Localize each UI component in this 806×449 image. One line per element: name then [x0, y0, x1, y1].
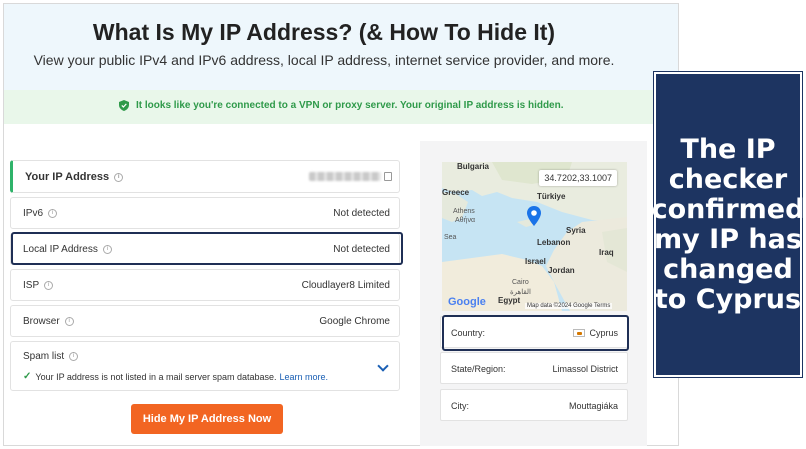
browser-row: Browser i Google Chrome [10, 305, 400, 337]
map-label-athens: Athens [453, 208, 475, 215]
location-pin-icon [527, 206, 541, 226]
country-highlight-box [442, 315, 629, 351]
map-label-iraq: Iraq [599, 248, 614, 257]
city-label: City: [451, 401, 469, 411]
shield-check-icon [119, 100, 129, 111]
callout-text: The IP checker confirmed my IP has chang… [651, 133, 805, 315]
map-coordinates-readout: 34.7202,33.1007 [539, 170, 617, 186]
info-icon[interactable]: i [69, 352, 79, 361]
map-label-bulgaria: Bulgaria [457, 162, 490, 171]
map-label-greece: Greece [442, 188, 470, 197]
map-credit: Map data ©2024 Google Terms [525, 303, 613, 309]
vpn-notice-text: It looks like you're connected to a VPN … [136, 100, 564, 111]
region-row: State/Region: Limassol District [440, 352, 628, 384]
hide-ip-button[interactable]: Hide My IP Address Now [131, 404, 283, 434]
info-icon[interactable]: i [114, 172, 124, 182]
hero-section: What Is My IP Address? (& How To Hide It… [4, 4, 678, 90]
map-label-cairo-arabic: القاهرة [510, 289, 531, 296]
map-label-lebanon: Lebanon [537, 238, 571, 247]
ipv6-value: Not detected [333, 208, 390, 219]
ipv6-row: IPv6 i Not detected [10, 197, 400, 229]
map-label-egypt: Egypt [498, 296, 521, 305]
blurred-ip-value [309, 172, 381, 181]
google-logo: Google [448, 296, 486, 308]
your-ip-row: Your IP Address i [10, 160, 400, 193]
google-logo-text: Google [448, 296, 486, 308]
map-label-jordan: Jordan [548, 266, 575, 275]
map-label-athens-greek: Αθήνα [455, 217, 476, 224]
copy-icon[interactable] [384, 172, 392, 181]
isp-label: ISP [23, 280, 40, 291]
vpn-notice-bar: It looks like you're connected to a VPN … [4, 90, 678, 124]
map-label-syria: Syria [566, 226, 586, 235]
map-label-turkiye: Türkiye [537, 192, 566, 201]
isp-row: ISP i Cloudlayer8 Limited [10, 269, 400, 301]
map-label-israel: Israel [525, 257, 546, 266]
info-icon[interactable]: i [44, 281, 54, 290]
page-subtitle: View your public IPv4 and IPv6 address, … [33, 52, 615, 68]
browser-label: Browser [23, 316, 60, 327]
chevron-down-icon[interactable] [377, 360, 389, 372]
info-icon[interactable]: i [64, 317, 74, 326]
spam-list-row[interactable]: Spam list i ✓ Your IP address is not list… [10, 341, 400, 391]
learn-more-link[interactable]: Learn more. [280, 372, 329, 382]
your-ip-label: Your IP Address [25, 171, 110, 183]
info-icon[interactable]: i [48, 209, 58, 218]
spam-list-label: Spam list [23, 351, 65, 362]
location-map[interactable]: Bulgaria Türkiye Athens Αθήνα Greece Sea… [442, 162, 627, 311]
browser-value: Google Chrome [319, 316, 390, 327]
map-label-cairo: Cairo [512, 279, 529, 286]
region-label: State/Region: [451, 364, 506, 374]
city-value: Mouttagiáka [568, 401, 618, 411]
region-value: Limassol District [552, 364, 618, 374]
isp-value: Cloudlayer8 Limited [301, 280, 390, 291]
ipv6-label: IPv6 [23, 208, 44, 219]
city-row: City: Mouttagiáka [440, 389, 628, 421]
spam-status-text: Your IP address is not listed in a mail … [35, 371, 277, 382]
local-ip-highlight-box [11, 232, 403, 265]
annotation-callout: The IP checker confirmed my IP has chang… [651, 72, 805, 377]
map-label-sea: Sea [444, 234, 457, 241]
page-title: What Is My IP Address? (& How To Hide It… [92, 19, 556, 45]
check-icon: ✓ [23, 371, 32, 382]
